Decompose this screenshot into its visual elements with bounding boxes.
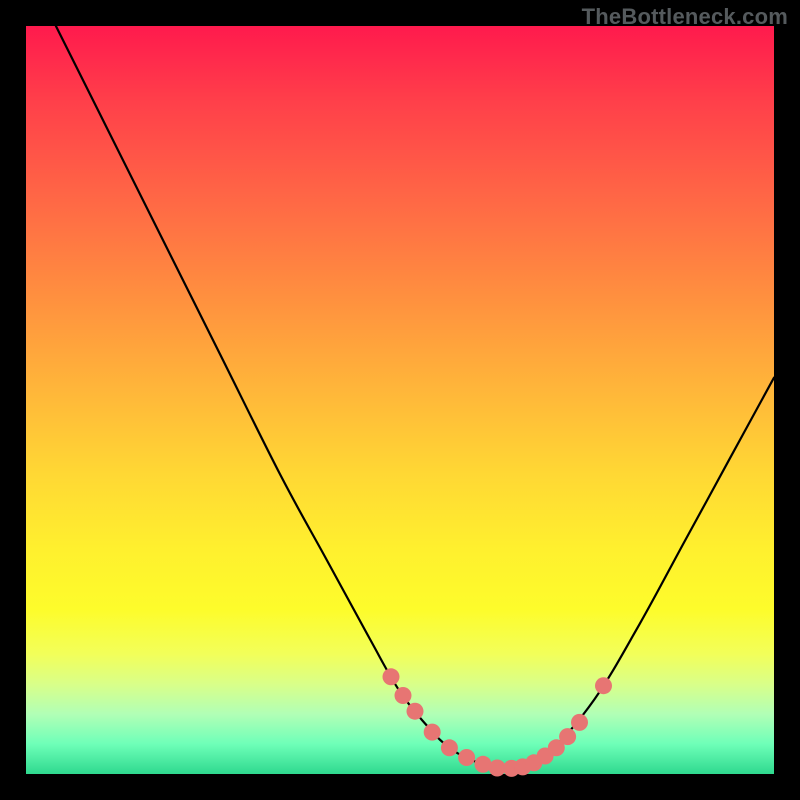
marker-dot [383, 668, 400, 685]
marker-dot [407, 703, 424, 720]
marker-dot [424, 724, 441, 741]
marker-dot [595, 677, 612, 694]
chart-curve [56, 26, 774, 769]
chart-markers [383, 668, 613, 777]
marker-dot [475, 756, 492, 773]
marker-dot [441, 739, 458, 756]
chart-svg [26, 26, 774, 774]
marker-dot [458, 749, 475, 766]
marker-dot [559, 728, 576, 745]
marker-dot [395, 687, 412, 704]
marker-dot [571, 714, 588, 731]
